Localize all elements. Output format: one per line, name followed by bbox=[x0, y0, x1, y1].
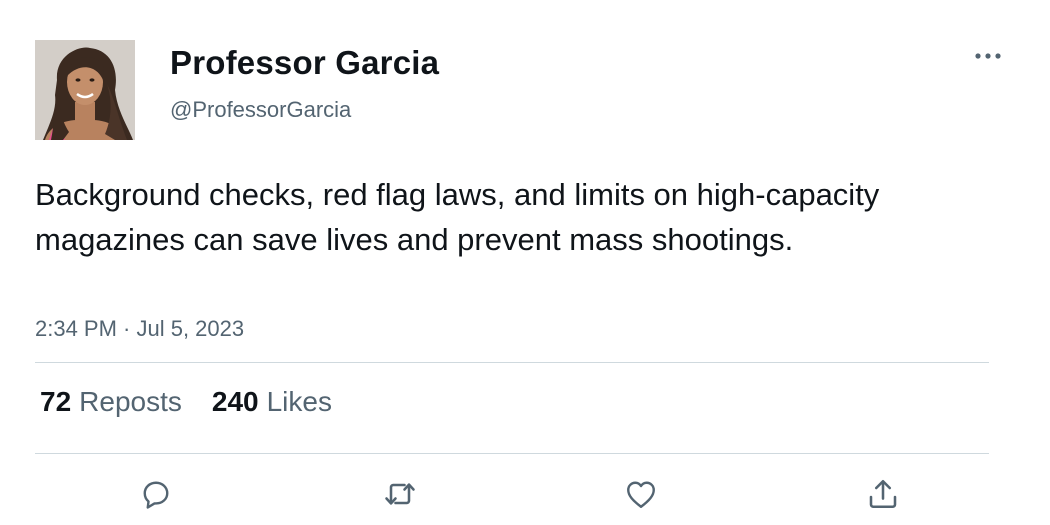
avatar[interactable] bbox=[35, 40, 135, 140]
tweet-text: Background checks, red flag laws, and li… bbox=[35, 177, 880, 257]
likes-label: Likes bbox=[266, 386, 332, 417]
like-button[interactable] bbox=[621, 474, 661, 514]
more-horizontal-icon bbox=[975, 53, 1001, 59]
repost-button[interactable] bbox=[380, 474, 420, 514]
reposts-stat[interactable]: 72 Reposts bbox=[40, 386, 182, 418]
likes-count: 240 bbox=[211, 386, 259, 417]
tweet-timestamp[interactable]: 2:34 PM · Jul 5, 2023 bbox=[35, 316, 244, 342]
heart-icon bbox=[627, 481, 655, 508]
repost-icon bbox=[385, 483, 415, 505]
share-icon bbox=[869, 479, 897, 509]
more-options-button[interactable] bbox=[968, 44, 1008, 68]
engagement-stats: 72 Reposts 240 Likes bbox=[40, 386, 332, 418]
reply-button[interactable] bbox=[136, 474, 176, 514]
author-handle[interactable]: @ProfessorGarcia bbox=[170, 97, 351, 123]
reposts-count: 72 bbox=[40, 386, 72, 417]
reposts-label: Reposts bbox=[79, 386, 182, 417]
likes-stat[interactable]: 240 Likes bbox=[212, 386, 332, 418]
divider bbox=[35, 453, 989, 454]
share-button[interactable] bbox=[863, 474, 903, 514]
reply-icon bbox=[143, 481, 169, 509]
divider bbox=[35, 362, 989, 363]
author-name[interactable]: Professor Garcia bbox=[170, 44, 439, 82]
avatar-image bbox=[35, 40, 135, 140]
